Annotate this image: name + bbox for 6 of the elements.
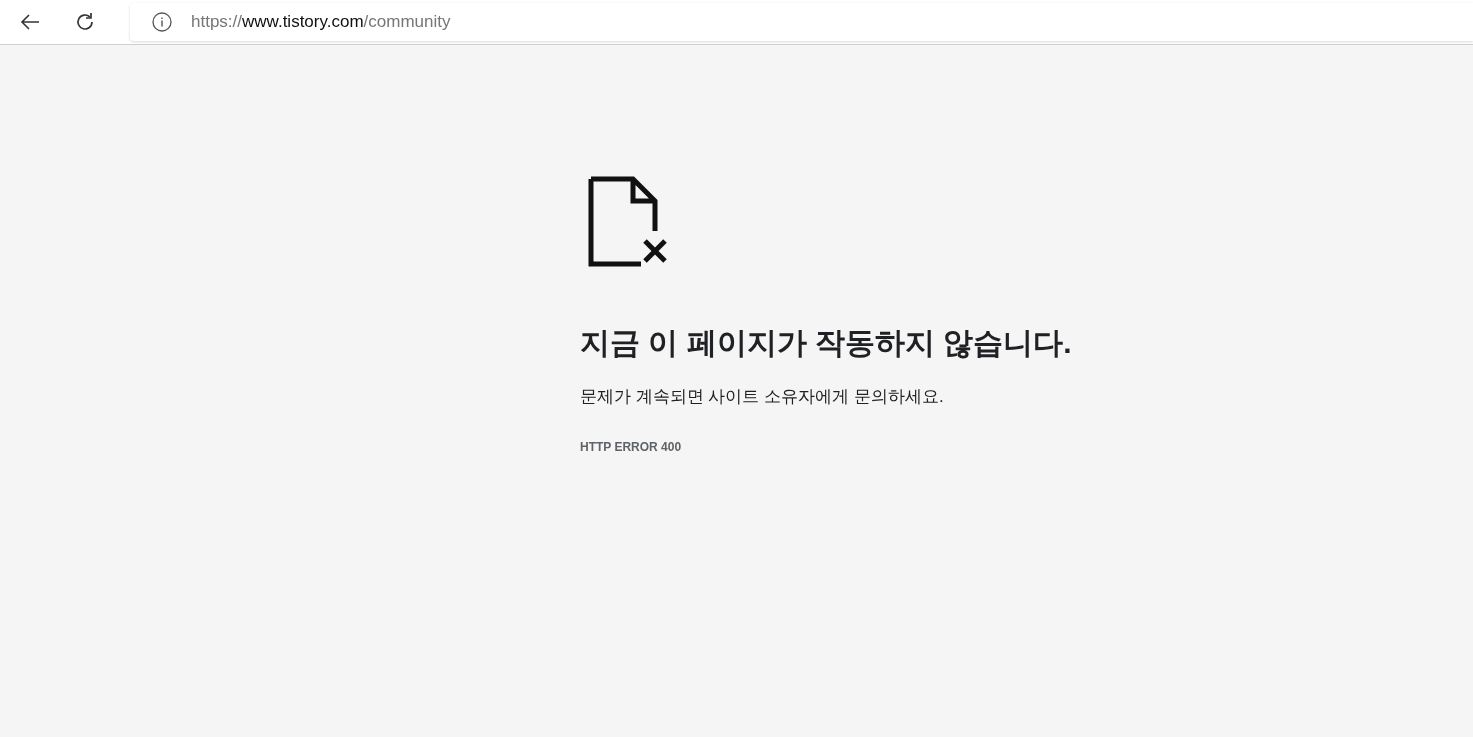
url-text: https://www.tistory.com/community (191, 12, 451, 32)
address-bar[interactable]: https://www.tistory.com/community (130, 3, 1473, 41)
info-icon (151, 11, 173, 33)
error-message: 문제가 계속되면 사이트 소유자에게 문의하세요. (580, 386, 945, 408)
error-code: HTTP ERROR 400 (580, 440, 683, 454)
error-heading: 지금 이 페이지가 작동하지 않습니다. (580, 325, 1073, 361)
